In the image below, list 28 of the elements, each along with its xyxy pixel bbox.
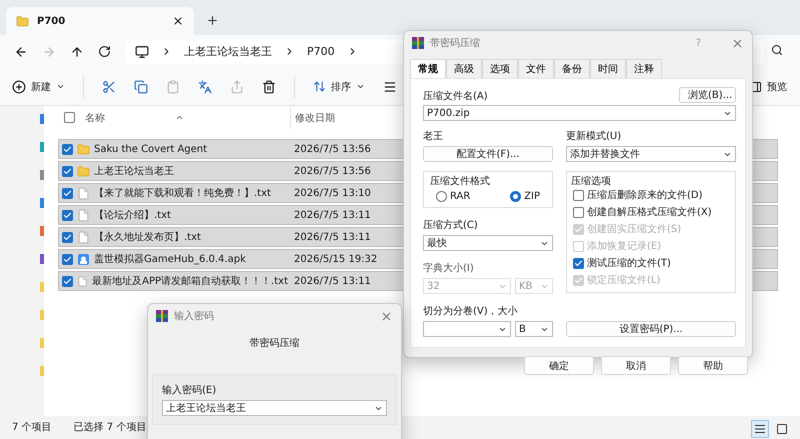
field-label: 更新模式(U) <box>566 130 622 143</box>
field-label: 压缩方式(C) <box>423 218 479 232</box>
field-label: 切分为分卷(V)，大小 <box>423 304 519 318</box>
field-label: 字典大小(I) <box>423 262 475 275</box>
modified-date: 2026/7/5 13:56 <box>294 166 371 176</box>
modified-date: 2026/5/15 19:32 <box>294 254 378 264</box>
group-title: 压缩文件格式 <box>430 174 490 188</box>
field-label: 输入密码(E) <box>162 384 218 397</box>
modified-date: 2026/7/5 13:11 <box>294 210 371 220</box>
file-name: 【来了就能下载和观看！纯免费！】.txt <box>94 186 271 200</box>
status-text: 已选择 7 个项目 <box>74 420 146 434</box>
modified-date: 2026/7/5 13:56 <box>294 144 371 154</box>
file-name: 盖世模拟器GameHub_6.0.4.apk <box>94 252 246 266</box>
modified-date: 2026/7/5 13:11 <box>294 276 371 286</box>
field-label: 压缩文件名(A) <box>423 90 488 103</box>
file-name: 【永久地址发布页】.txt <box>94 230 201 244</box>
dialog-subtitle: 带密码压缩 <box>250 336 300 350</box>
file-name: 【论坛介绍】.txt <box>94 208 171 222</box>
file-name: 上老王论坛当老王 <box>94 164 174 178</box>
dialog-title: 输入密码 <box>174 310 214 323</box>
file-name: 最新地址及APP请发邮箱自动获取！！！.txt <box>92 274 288 288</box>
status-text: 7 个项目 <box>12 421 52 434</box>
modified-date: 2026/7/5 13:10 <box>294 188 371 198</box>
group-title: 压缩选项 <box>571 174 611 188</box>
file-name: Saku the Covert Agent <box>94 144 208 154</box>
dialog-title: 带密码压缩 <box>430 36 480 50</box>
field-label: 老王 <box>423 130 444 143</box>
modified-date: 2026/7/5 13:11 <box>294 232 371 242</box>
